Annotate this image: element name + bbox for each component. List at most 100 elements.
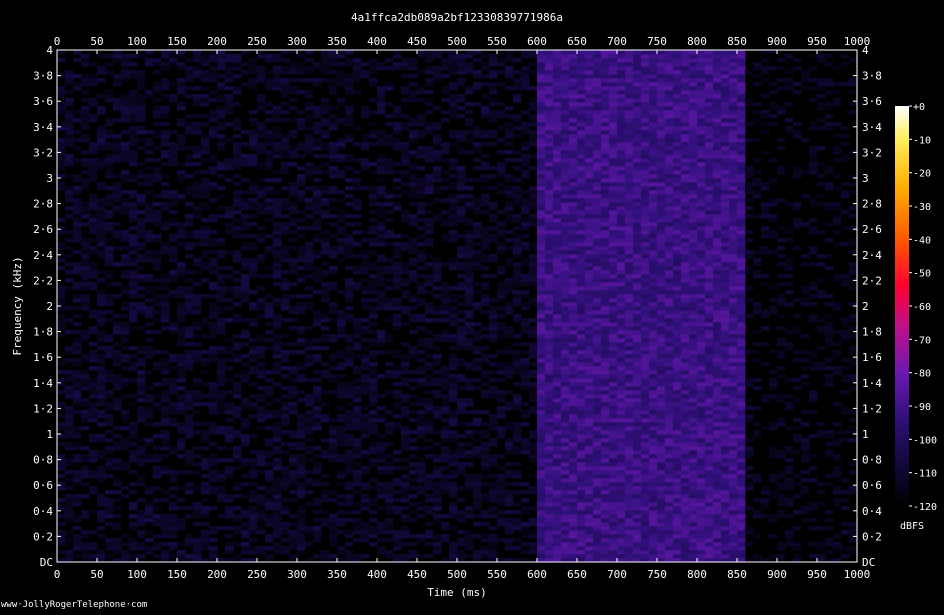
heatmap-cell (89, 198, 98, 203)
heatmap-cell (273, 422, 282, 427)
heatmap-cell (345, 486, 354, 491)
heatmap-cell (249, 190, 258, 195)
heatmap-cell (561, 62, 570, 67)
heatmap-cell (449, 454, 458, 459)
heatmap-cell (409, 346, 418, 351)
heatmap-cell (497, 502, 506, 507)
heatmap-cell (161, 298, 170, 303)
heatmap-cell (561, 210, 570, 215)
heatmap-cell (497, 150, 506, 155)
heatmap-cell (209, 538, 218, 543)
heatmap-cell (225, 74, 234, 79)
heatmap-cell (425, 498, 434, 503)
heatmap-cell (433, 346, 442, 351)
heatmap-cell (217, 478, 226, 483)
heatmap-cell (241, 162, 250, 167)
heatmap-cell (521, 322, 530, 327)
heatmap-cell (289, 162, 298, 167)
heatmap-cell (345, 238, 354, 243)
heatmap-cell (337, 258, 346, 263)
heatmap-cell (265, 554, 274, 559)
heatmap-cell (265, 490, 274, 495)
heatmap-cell (529, 214, 538, 219)
heatmap-cell (305, 426, 314, 431)
heatmap-cell (473, 418, 482, 423)
heatmap-cell (289, 266, 298, 271)
heatmap-cell (513, 150, 522, 155)
heatmap-cell (113, 342, 122, 347)
heatmap-cell (505, 142, 514, 147)
heatmap-cell (217, 278, 226, 283)
heatmap-cell (529, 206, 538, 211)
heatmap-cell (161, 526, 170, 531)
heatmap-cell (89, 402, 98, 407)
heatmap-cell (505, 178, 514, 183)
heatmap-cell (401, 122, 410, 127)
heatmap-cell (561, 506, 570, 511)
heatmap-cell (401, 466, 410, 471)
heatmap-cell (177, 498, 186, 503)
heatmap-cell (113, 262, 122, 267)
heatmap-cell (377, 350, 386, 355)
heatmap-cell (537, 182, 546, 187)
heatmap-cell (121, 446, 130, 451)
heatmap-cell (361, 554, 370, 559)
heatmap-cell (465, 282, 474, 287)
heatmap-cell (513, 422, 522, 427)
heatmap-cell (569, 90, 578, 95)
heatmap-cell (409, 418, 418, 423)
heatmap-cell (105, 430, 114, 435)
heatmap-cell (465, 330, 474, 335)
heatmap-cell (569, 230, 578, 235)
heatmap-cell (489, 218, 498, 223)
heatmap-cell (529, 334, 538, 339)
heatmap-cell (129, 154, 138, 159)
heatmap-cell (345, 394, 354, 399)
heatmap-cell (521, 510, 530, 515)
heatmap-cell (265, 514, 274, 519)
heatmap-cell (345, 242, 354, 247)
heatmap-cell (177, 122, 186, 127)
heatmap-cell (177, 226, 186, 231)
heatmap-cell (249, 434, 258, 439)
heatmap-cell (105, 402, 114, 407)
heatmap-cell (329, 82, 338, 87)
heatmap-cell (481, 514, 490, 519)
heatmap-cell (137, 102, 146, 107)
heatmap-cell (497, 378, 506, 383)
heatmap-cell (393, 286, 402, 291)
heatmap-cell (545, 422, 554, 427)
heatmap-cell (121, 542, 130, 547)
heatmap-cell (489, 414, 498, 419)
heatmap-cell (441, 478, 450, 483)
heatmap-cell (481, 390, 490, 395)
heatmap-cell (425, 218, 434, 223)
heatmap-cell (265, 386, 274, 391)
heatmap-cell (273, 198, 282, 203)
heatmap-cell (281, 206, 290, 211)
heatmap-cell (257, 194, 266, 199)
heatmap-cell (529, 522, 538, 527)
heatmap-cell (473, 254, 482, 259)
heatmap-cell (393, 298, 402, 303)
heatmap-cell (377, 238, 386, 243)
heatmap-cell (105, 294, 114, 299)
heatmap-cell (513, 70, 522, 75)
heatmap-cell (273, 202, 282, 207)
heatmap-cell (449, 422, 458, 427)
heatmap-cell (57, 414, 66, 419)
heatmap-cell (497, 370, 506, 375)
heatmap-cell (545, 186, 554, 191)
heatmap-cell (529, 70, 538, 75)
heatmap-cell (65, 174, 74, 179)
heatmap-cell (545, 350, 554, 355)
heatmap-cell (289, 246, 298, 251)
heatmap-cell (337, 494, 346, 499)
heatmap-cell (497, 390, 506, 395)
heatmap-cell (321, 550, 330, 555)
heatmap-cell (289, 534, 298, 539)
heatmap-cell (465, 298, 474, 303)
heatmap-cell (433, 158, 442, 163)
heatmap-cell (441, 110, 450, 115)
heatmap-cell (345, 338, 354, 343)
